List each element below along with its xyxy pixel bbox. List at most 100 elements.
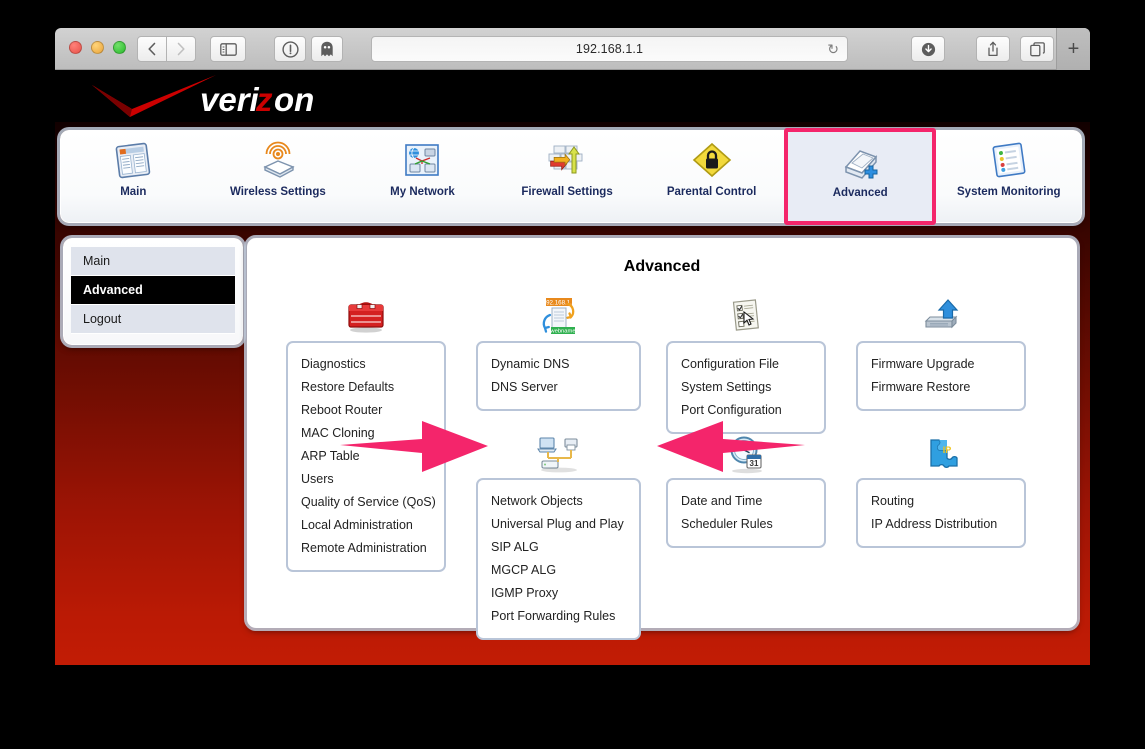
- nav-label-main: Main: [120, 186, 147, 198]
- card-configuration: Configuration File System Settings Port …: [666, 291, 826, 434]
- window-close-button[interactable]: [69, 41, 82, 54]
- tab-overview-icon: [1029, 41, 1045, 56]
- side-menu-item-logout[interactable]: Logout: [71, 305, 235, 334]
- card-firmware: Firmware Upgrade Firmware Restore: [856, 291, 1026, 411]
- link-restore-defaults[interactable]: Restore Defaults: [288, 376, 444, 399]
- new-tab-button[interactable]: +: [1056, 28, 1090, 70]
- sidebar-icon: [219, 42, 237, 56]
- side-menu: Main Advanced Logout: [63, 238, 243, 345]
- back-button[interactable]: [137, 36, 167, 62]
- link-quality-of-service[interactable]: Quality of Service (QoS): [288, 491, 444, 514]
- link-date-and-time[interactable]: Date and Time: [668, 490, 824, 513]
- downloads-button[interactable]: [911, 36, 945, 62]
- verizon-logo: veri z on: [92, 75, 314, 118]
- nav-item-advanced[interactable]: Advanced: [783, 128, 937, 225]
- share-icon: [988, 41, 998, 57]
- link-ip-address-distribution[interactable]: IP Address Distribution: [858, 513, 1024, 536]
- advanced-icon: [836, 140, 884, 184]
- my-network-icon: [398, 139, 446, 183]
- forward-button[interactable]: [166, 36, 196, 62]
- side-menu-item-advanced[interactable]: Advanced: [71, 276, 235, 305]
- reader-button[interactable]: [274, 36, 306, 62]
- wireless-settings-icon: [254, 139, 302, 183]
- card-box-routing: Routing IP Address Distribution: [856, 478, 1026, 548]
- annotation-arrow-left: [340, 421, 488, 472]
- ghostery-icon: [321, 41, 333, 57]
- link-dynamic-dns[interactable]: Dynamic DNS: [478, 353, 639, 376]
- card-box-dns: Dynamic DNS DNS Server: [476, 341, 641, 411]
- link-local-administration[interactable]: Local Administration: [288, 514, 444, 537]
- nav-label-firewall-settings: Firewall Settings: [521, 186, 613, 198]
- side-menu-item-main[interactable]: Main: [71, 247, 235, 276]
- link-port-forwarding-rules[interactable]: Port Forwarding Rules: [478, 605, 639, 628]
- network-objects-icon: [476, 428, 641, 474]
- parental-control-icon: [688, 139, 736, 183]
- link-diagnostics[interactable]: Diagnostics: [288, 353, 444, 376]
- nav-item-system-monitoring[interactable]: System Monitoring: [936, 131, 1081, 222]
- toolbox-icon: [286, 291, 446, 337]
- link-scheduler-rules[interactable]: Scheduler Rules: [668, 513, 824, 536]
- address-text: 192.168.1.1: [575, 42, 644, 56]
- ip-routing-icon: IP: [856, 428, 1026, 474]
- router-admin-page: veri z on Main Wireless Settings My Netw…: [55, 70, 1090, 665]
- firewall-settings-icon: [543, 139, 591, 183]
- browser-window: 192.168.1.1 ↻ + veri z on Main Wireless …: [55, 28, 1090, 665]
- nav-label-advanced: Advanced: [832, 187, 888, 199]
- system-monitoring-icon: [985, 139, 1033, 183]
- chevron-left-icon: [148, 42, 156, 56]
- window-minimize-button[interactable]: [91, 41, 104, 54]
- svg-text:on: on: [274, 81, 314, 118]
- dns-webname-icon: 192.168.1.1 webname: [476, 291, 641, 337]
- link-dns-server[interactable]: DNS Server: [478, 376, 639, 399]
- svg-text:IP: IP: [943, 445, 952, 455]
- nav-item-main[interactable]: Main: [61, 131, 206, 222]
- link-configuration-file[interactable]: Configuration File: [668, 353, 824, 376]
- link-remote-administration[interactable]: Remote Administration: [288, 537, 444, 560]
- chevron-right-icon: [177, 42, 185, 56]
- card-routing: IP Routing IP Address Distribution: [856, 428, 1026, 548]
- page-title: Advanced: [623, 258, 701, 275]
- link-mgcp-alg[interactable]: MGCP ALG: [478, 559, 639, 582]
- nav-label-parental-control: Parental Control: [666, 186, 757, 198]
- card-box-firmware: Firmware Upgrade Firmware Restore: [856, 341, 1026, 411]
- link-firmware-upgrade[interactable]: Firmware Upgrade: [858, 353, 1024, 376]
- brand-header: veri z on: [55, 70, 1090, 122]
- sidebar-toggle-button[interactable]: [210, 36, 246, 62]
- nav-item-firewall-settings[interactable]: Firewall Settings: [495, 131, 640, 222]
- firmware-upgrade-icon: [856, 291, 1026, 337]
- tab-overview-button[interactable]: [1020, 36, 1054, 62]
- svg-text:veri: veri: [200, 81, 260, 118]
- share-button[interactable]: [976, 36, 1010, 62]
- browser-toolbar: 192.168.1.1 ↻ +: [55, 28, 1090, 70]
- link-firmware-restore[interactable]: Firmware Restore: [858, 376, 1024, 399]
- checklist-icon: [666, 291, 826, 337]
- nav-item-parental-control[interactable]: Parental Control: [639, 131, 784, 222]
- link-sip-alg[interactable]: SIP ALG: [478, 536, 639, 559]
- card-dns: 192.168.1.1 webname Dynamic DNS DNS Serv…: [476, 291, 641, 411]
- annotation-arrow-right: [657, 421, 805, 472]
- card-network: Network Objects Universal Plug and Play …: [476, 428, 641, 640]
- card-box-datetime: Date and Time Scheduler Rules: [666, 478, 826, 548]
- card-box-network: Network Objects Universal Plug and Play …: [476, 478, 641, 640]
- link-network-objects[interactable]: Network Objects: [478, 490, 639, 513]
- main-navigation: Main Wireless Settings My Network Firewa…: [60, 128, 1082, 225]
- download-icon: [921, 42, 935, 56]
- nav-label-system-monitoring: System Monitoring: [957, 186, 1061, 198]
- reader-icon: [281, 40, 299, 58]
- link-igmp-proxy[interactable]: IGMP Proxy: [478, 582, 639, 605]
- address-bar[interactable]: 192.168.1.1 ↻: [371, 36, 848, 62]
- new-tab-label: +: [1067, 38, 1080, 60]
- svg-text:webname: webname: [549, 329, 575, 335]
- main-dashboard-icon: [109, 139, 157, 183]
- svg-text:z: z: [255, 81, 273, 118]
- link-system-settings[interactable]: System Settings: [668, 376, 824, 399]
- link-routing[interactable]: Routing: [858, 490, 1024, 513]
- window-maximize-button[interactable]: [113, 41, 126, 54]
- nav-label-wireless-settings: Wireless Settings: [229, 186, 326, 198]
- nav-label-my-network: My Network: [390, 186, 455, 198]
- ghostery-button[interactable]: [311, 36, 343, 62]
- nav-item-my-network[interactable]: My Network: [350, 131, 495, 222]
- nav-item-wireless-settings[interactable]: Wireless Settings: [206, 131, 351, 222]
- reload-icon[interactable]: ↻: [827, 41, 839, 58]
- link-universal-plug-and-play[interactable]: Universal Plug and Play: [478, 513, 639, 536]
